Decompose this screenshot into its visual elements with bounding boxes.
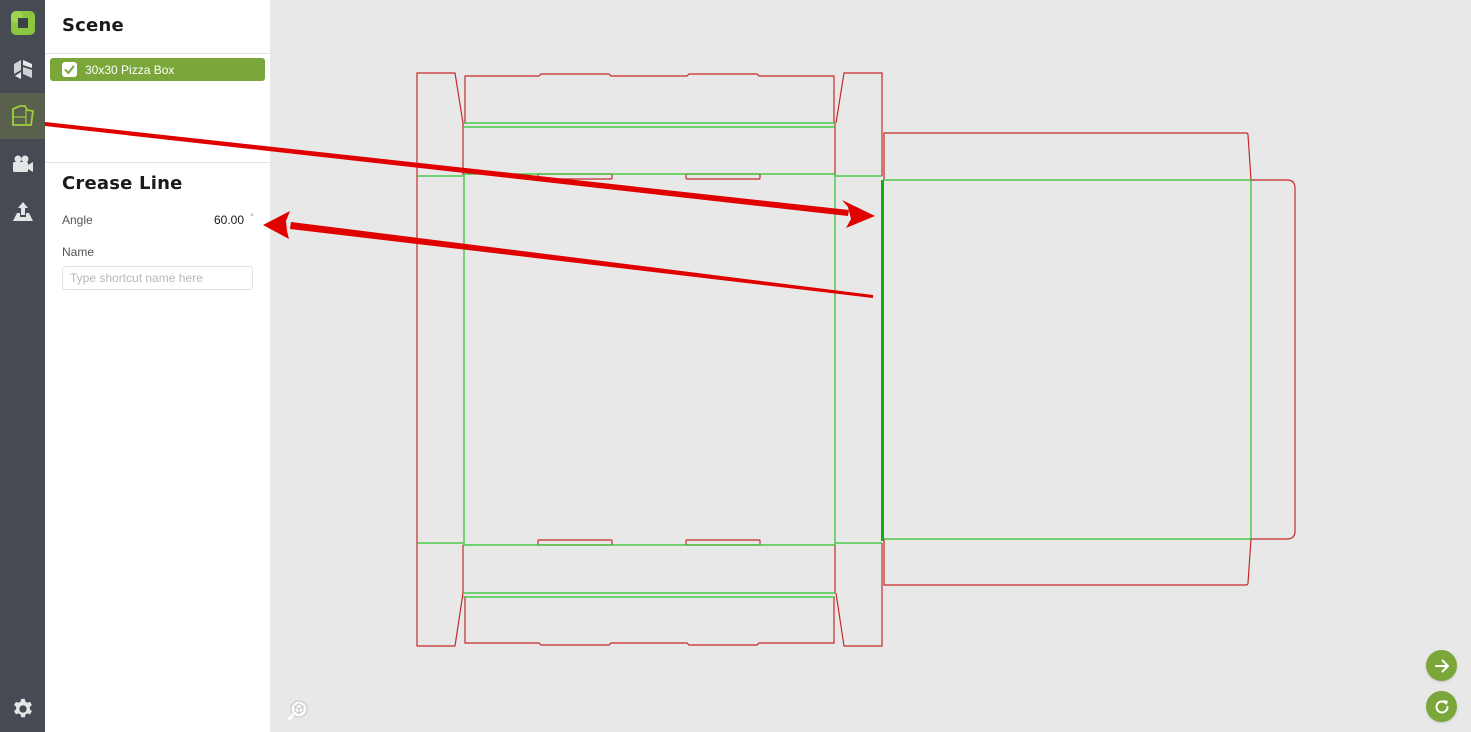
scene-title: Scene [62,15,124,36]
view-cube-icon [287,700,308,721]
refresh-icon [1435,699,1448,713]
rail-models-button[interactable] [0,46,45,92]
dieline-canvas[interactable] [270,0,1471,732]
view-cube-button[interactable] [286,698,310,722]
rail-camera-button[interactable] [0,141,45,187]
model-blocks-icon [13,60,32,79]
slot-cut [685,173,761,180]
video-camera-icon [12,155,33,172]
slot-cut [685,539,761,546]
scene-item-checkbox[interactable] [62,62,77,77]
divider [45,162,270,163]
side-panel: Scene 30x30 Pizza Box Crease Line Angle … [45,0,270,732]
cut-line [464,597,835,646]
cut-line [835,72,883,176]
rail-dieline-button[interactable] [0,93,45,139]
rail-logo-button[interactable] [0,0,45,46]
reset-button[interactable] [1426,691,1457,722]
properties-title: Crease Line [62,173,183,194]
divider [45,53,270,54]
angle-value[interactable]: 60.00 [214,213,244,227]
upload-export-icon [12,202,33,221]
shortcut-name-input[interactable] [62,266,253,290]
cut-line [464,73,835,123]
scene-item-label: 30x30 Pizza Box [85,62,175,77]
angle-label: Angle [62,213,93,227]
next-button[interactable] [1426,650,1457,681]
cut-line [835,543,883,647]
dieline-folder-icon [11,105,34,126]
pizza-box-dieline[interactable] [270,0,1471,732]
slot-cut [537,539,613,546]
angle-unit: ° [250,212,254,222]
rail-settings-button[interactable] [0,686,45,732]
gear-icon [13,698,32,718]
rail-export-button[interactable] [0,189,45,235]
check-icon [64,65,75,74]
cut-line [416,543,464,647]
cut-line [416,72,464,175]
cut-line [883,132,1296,586]
slot-cut [537,173,613,180]
scene-item[interactable]: 30x30 Pizza Box [50,58,265,81]
app-root: Scene 30x30 Pizza Box Crease Line Angle … [0,0,1471,732]
icon-rail [0,0,45,732]
name-label: Name [62,245,95,259]
arrow-right-icon [1434,659,1449,672]
app-logo-icon [10,11,35,35]
crease-lines [417,122,1252,598]
cut-lines [416,72,1296,647]
